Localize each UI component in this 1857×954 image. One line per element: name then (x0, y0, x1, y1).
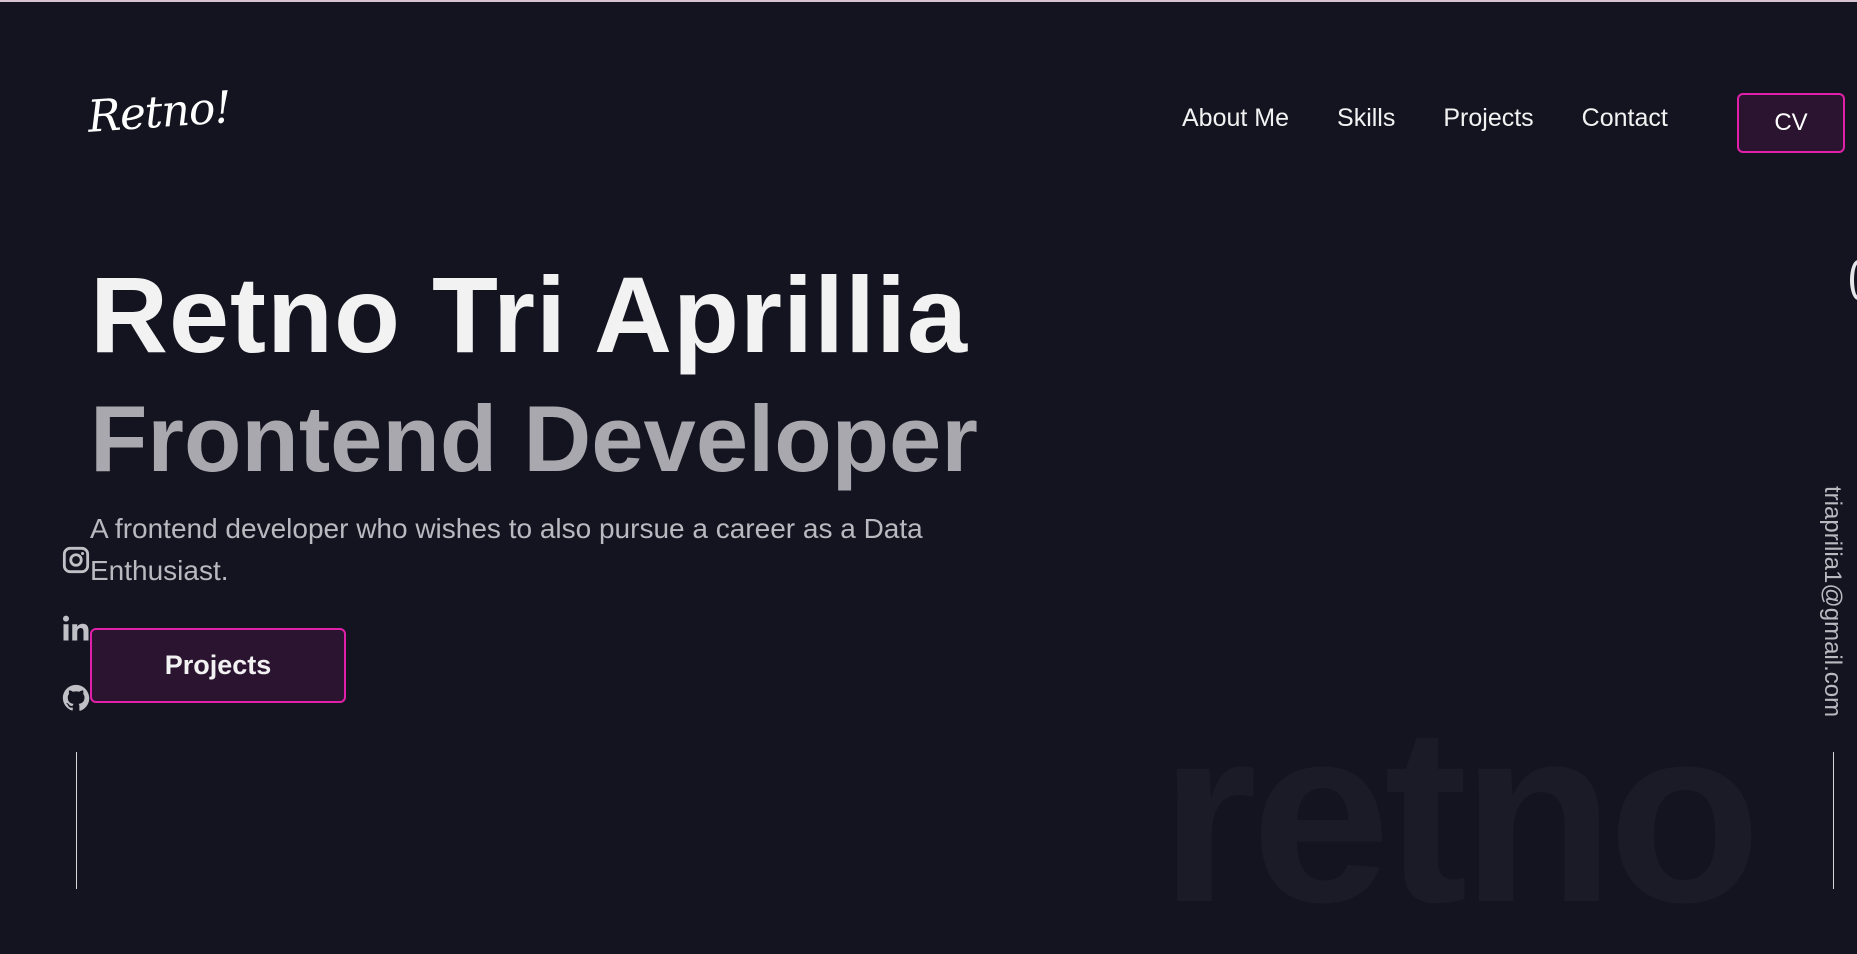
hero-description: A frontend developer who wishes to also … (90, 513, 923, 586)
instagram-icon[interactable] (60, 544, 92, 576)
hero-role: Frontend Developer (90, 386, 978, 491)
nav-about-me[interactable]: About Me (1182, 104, 1289, 133)
cv-button[interactable]: CV (1737, 93, 1845, 153)
background-watermark: retno (1160, 675, 1761, 954)
nav-projects[interactable]: Projects (1443, 104, 1533, 133)
nav-contact[interactable]: Contact (1582, 104, 1668, 133)
email-link[interactable]: triaprilia1@gmail.com (1818, 486, 1846, 717)
top-border (0, 0, 1857, 2)
linkedin-icon[interactable] (60, 612, 92, 644)
projects-button[interactable]: Projects (90, 628, 346, 703)
hero-name: Retno Tri Aprillia (90, 254, 969, 375)
social-divider-line (76, 752, 77, 889)
github-icon[interactable] (60, 682, 92, 714)
edge-icon (1850, 260, 1857, 300)
nav-skills[interactable]: Skills (1337, 104, 1395, 133)
main-nav: About Me Skills Projects Contact (1182, 104, 1716, 133)
email-divider-line (1833, 752, 1834, 889)
logo[interactable]: Retno! (86, 82, 233, 143)
